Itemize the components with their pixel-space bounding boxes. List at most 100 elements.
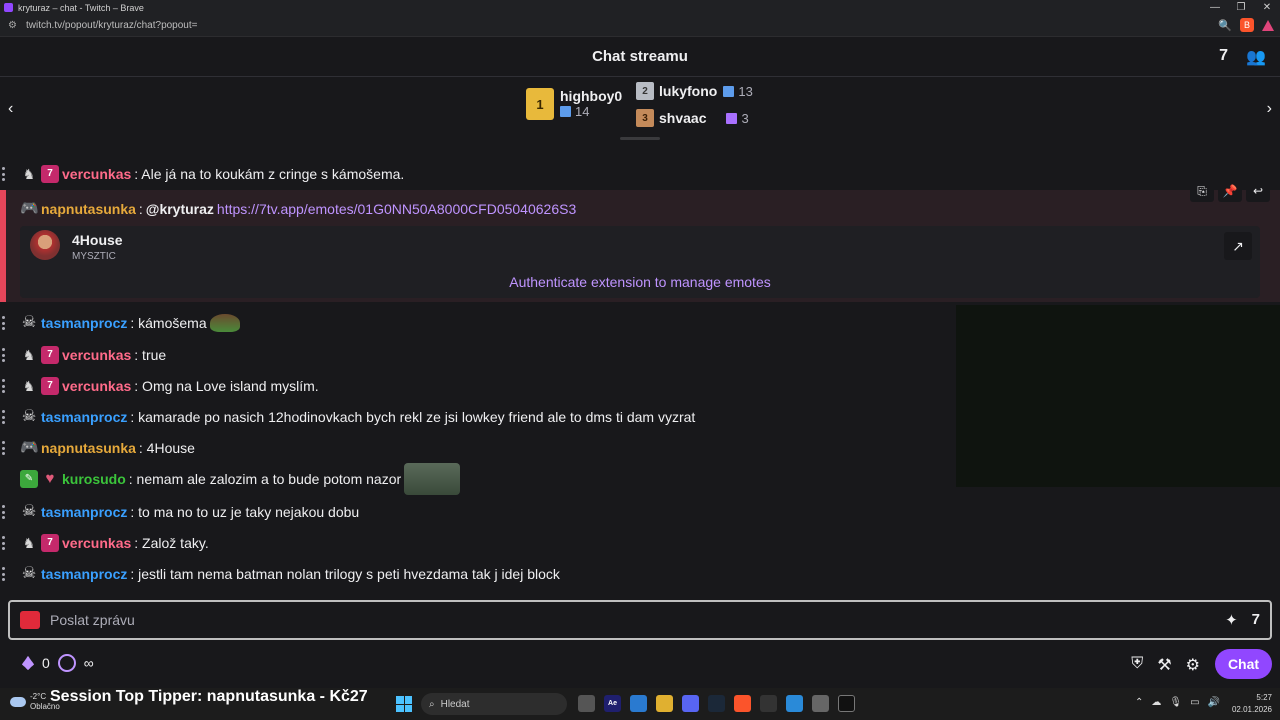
message-menu-icon[interactable] xyxy=(2,167,5,181)
username[interactable]: kurosudo xyxy=(62,471,126,487)
system-tray: ⌃ ☁ 🎙 ▭ 🔊 xyxy=(1135,697,1220,708)
chat-input[interactable]: Poslat zprávu ✦ 7 xyxy=(8,600,1272,640)
brave-icon[interactable] xyxy=(734,695,751,712)
skull-badge-icon[interactable]: ☠ xyxy=(20,565,38,583)
file-explorer-icon[interactable] xyxy=(656,695,673,712)
message-menu-icon[interactable] xyxy=(2,567,5,581)
mod-tools-icon[interactable]: ⚒ xyxy=(1157,655,1171,675)
pin-icon[interactable]: 📌 xyxy=(1218,180,1242,202)
skull-badge-icon[interactable]: ☠ xyxy=(20,408,38,426)
system-clock[interactable]: 5:27 02.01.2026 xyxy=(1232,692,1272,716)
leaderboard-third[interactable]: 3 shvaac 3 xyxy=(636,109,749,127)
username[interactable]: napnutasunka xyxy=(41,201,136,217)
copy-icon[interactable]: ⎘ xyxy=(1190,180,1214,202)
username[interactable]: tasmanprocz xyxy=(41,566,127,582)
message-menu-icon[interactable] xyxy=(2,441,5,455)
users-icon[interactable]: 👥 xyxy=(1246,47,1266,67)
chat-message[interactable]: ☠ tasmanprocz : to ma no to uz je taky n… xyxy=(0,498,1280,526)
message-menu-icon[interactable] xyxy=(2,505,5,519)
tray-chevron-icon[interactable]: ⌃ xyxy=(1135,697,1143,708)
authenticate-link[interactable]: Authenticate extension to manage emotes xyxy=(20,274,1260,290)
controller-badge-icon[interactable]: 🎮 xyxy=(20,439,39,457)
seventv-badge-icon[interactable]: 7 xyxy=(41,346,59,364)
chat-input-placeholder[interactable]: Poslat zprávu xyxy=(50,612,135,628)
controller-badge-icon[interactable]: 🎮 xyxy=(20,200,39,218)
message-menu-icon[interactable] xyxy=(2,348,5,362)
taskbar-search[interactable]: ⌕ Hledat xyxy=(421,693,567,715)
bits-icon[interactable] xyxy=(22,656,34,670)
party-popper-icon[interactable]: ✦ xyxy=(1225,611,1238,629)
obs-icon[interactable] xyxy=(760,695,777,712)
leaderboard-first[interactable]: 1 highboy0 14 xyxy=(526,88,622,120)
username[interactable]: vercunkas xyxy=(62,166,131,182)
zoom-icon[interactable]: 🔍 xyxy=(1218,19,1232,32)
chat-message[interactable]: ☠ tasmanprocz : jestli tam nema batman n… xyxy=(0,560,1280,588)
username[interactable]: vercunkas xyxy=(62,535,131,551)
message-menu-icon[interactable] xyxy=(2,536,5,550)
username[interactable]: tasmanprocz xyxy=(41,504,127,520)
volume-icon[interactable]: 🔊 xyxy=(1208,697,1220,708)
bunny-badge-icon[interactable]: ♞ xyxy=(20,377,38,395)
emote-image[interactable] xyxy=(404,463,461,495)
address-bar[interactable]: ⚙ twitch.tv/popout/kryturaz/chat?popout=… xyxy=(0,15,1280,37)
settings-gear-icon[interactable]: ⚙ xyxy=(1186,655,1200,675)
bunny-badge-icon[interactable]: ♞ xyxy=(20,534,38,552)
emote-link[interactable]: https://7tv.app/emotes/01G0NN50A8000CFD0… xyxy=(217,201,576,217)
bunny-badge-icon[interactable]: ♞ xyxy=(20,346,38,364)
edge-icon[interactable] xyxy=(786,695,803,712)
discord-icon[interactable] xyxy=(682,695,699,712)
mention[interactable]: @kryturaz xyxy=(146,201,214,217)
seventv-badge-icon[interactable]: 7 xyxy=(41,534,59,552)
message-menu-icon[interactable] xyxy=(2,316,5,330)
message-menu-icon[interactable] xyxy=(2,410,5,424)
brave-shields-icon[interactable]: B xyxy=(1240,18,1254,32)
leaderboard-count: 13 xyxy=(738,83,753,99)
leaderboard-second[interactable]: 2 lukyfono 13 xyxy=(636,82,753,100)
bunny-badge-icon[interactable]: ♞ xyxy=(20,165,38,183)
chat-message[interactable]: ♞ 7 vercunkas : Ale já na to koukám z cr… xyxy=(0,160,1280,188)
photos-icon[interactable] xyxy=(630,695,647,712)
emote-image[interactable] xyxy=(209,314,240,332)
sword-badge-icon[interactable]: ✎ xyxy=(20,470,38,488)
microphone-icon[interactable]: 🎙 xyxy=(1169,697,1182,708)
username[interactable]: vercunkas xyxy=(62,378,131,394)
camera-icon[interactable] xyxy=(20,611,40,629)
skull-badge-icon[interactable]: ☠ xyxy=(20,314,38,332)
settings-app-icon[interactable] xyxy=(812,695,829,712)
reply-icon[interactable]: ↩ xyxy=(1246,180,1270,202)
skull-badge-icon[interactable]: ☠ xyxy=(20,503,38,521)
seventv-badge-icon[interactable]: 7 xyxy=(41,165,59,183)
username[interactable]: tasmanprocz xyxy=(41,409,127,425)
heart-badge-icon[interactable]: ♥ xyxy=(41,470,59,488)
maximize-button[interactable]: ❐ xyxy=(1228,0,1254,15)
highlighted-message[interactable]: ⎘ 📌 ↩ 🎮 napnutasunka : @kryturaz https:/… xyxy=(0,180,1280,302)
message-text: : jestli tam nema batman nolan trilogy s… xyxy=(130,566,560,582)
external-link-icon[interactable]: ↗ xyxy=(1224,232,1252,260)
username[interactable]: napnutasunka xyxy=(41,440,136,456)
site-settings-icon[interactable]: ⚙ xyxy=(8,20,18,31)
username[interactable]: tasmanprocz xyxy=(41,315,127,331)
seventv-icon[interactable]: 7 xyxy=(1219,47,1228,67)
steam-icon[interactable] xyxy=(708,695,725,712)
seventv-emote-icon[interactable]: 7 xyxy=(1252,611,1260,629)
send-chat-button[interactable]: Chat xyxy=(1215,649,1272,679)
shield-icon[interactable]: ⛨ xyxy=(1131,655,1143,675)
emote-author: MYSZTIC xyxy=(72,251,116,262)
url-text[interactable]: twitch.tv/popout/kryturaz/chat?popout= xyxy=(26,20,198,31)
windows-start-icon[interactable] xyxy=(396,696,412,712)
brave-rewards-icon[interactable] xyxy=(1262,19,1274,31)
onedrive-icon[interactable]: ☁ xyxy=(1151,697,1161,708)
channel-points-icon[interactable] xyxy=(57,654,76,672)
message-menu-icon[interactable] xyxy=(2,379,5,393)
chevron-right-icon[interactable]: › xyxy=(1267,100,1272,118)
chat-message[interactable]: ♞ 7 vercunkas : Založ taky. xyxy=(0,529,1280,557)
minimize-button[interactable]: — xyxy=(1202,0,1228,15)
task-view-icon[interactable] xyxy=(578,695,595,712)
epic-games-icon[interactable] xyxy=(838,695,855,712)
network-icon[interactable]: ▭ xyxy=(1190,697,1199,708)
seventv-badge-icon[interactable]: 7 xyxy=(41,377,59,395)
close-window-button[interactable]: ✕ xyxy=(1254,0,1280,15)
chevron-left-icon[interactable]: ‹ xyxy=(8,100,13,118)
after-effects-icon[interactable]: Ae xyxy=(604,695,621,712)
username[interactable]: vercunkas xyxy=(62,347,131,363)
